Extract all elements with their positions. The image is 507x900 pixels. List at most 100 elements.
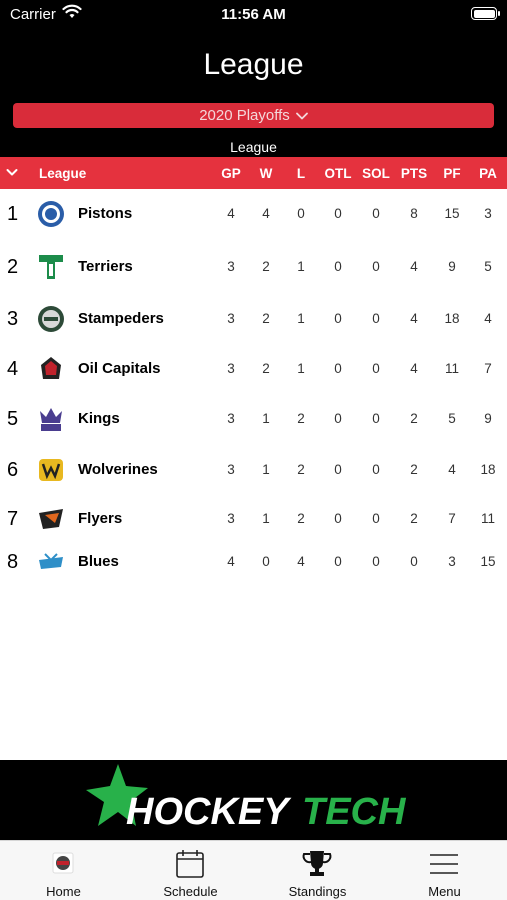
cell-w: 2 [262, 311, 270, 326]
oil-capitals-logo-icon [41, 357, 61, 379]
team-name: Pistons [78, 205, 133, 222]
cell-pf: 4 [448, 462, 456, 477]
rank: 2 [7, 256, 19, 278]
cell-pa: 4 [484, 311, 492, 326]
cell-gp: 3 [227, 259, 235, 274]
column-header-l[interactable]: L [283, 166, 319, 181]
cell-w: 2 [262, 361, 270, 376]
cell-pf: 7 [448, 511, 456, 526]
column-header-pts[interactable]: PTS [396, 166, 432, 181]
chevron-down-icon [295, 112, 308, 119]
team-name: Blues [78, 553, 119, 570]
tab-standings-label: Standings [288, 884, 347, 899]
rank: 1 [7, 203, 19, 225]
cell-pf: 5 [448, 411, 456, 426]
rank: 6 [7, 459, 19, 481]
cell-l: 2 [297, 462, 305, 477]
page-title: League [203, 48, 304, 81]
cell-pa: 9 [484, 411, 492, 426]
cell-pts: 0 [410, 554, 418, 569]
tab-home[interactable]: Home [0, 841, 127, 900]
cell-otl: 0 [334, 462, 342, 477]
cell-w: 4 [262, 206, 270, 221]
terriers-logo-icon [39, 255, 63, 279]
hockeytech-logo-text-right: TECH [302, 791, 407, 833]
tab-home-label: Home [46, 884, 81, 899]
tab-menu-label: Menu [428, 884, 461, 899]
cell-l: 1 [297, 259, 305, 274]
cell-pf: 18 [444, 311, 460, 326]
cell-l: 1 [297, 311, 305, 326]
cell-gp: 3 [227, 311, 235, 326]
cell-pa: 3 [484, 206, 492, 221]
cell-pts: 2 [410, 511, 418, 526]
team-name: Terriers [78, 258, 133, 275]
cell-sol: 0 [372, 311, 380, 326]
cell-gp: 4 [227, 206, 235, 221]
hamburger-menu-icon [430, 854, 458, 874]
cell-w: 2 [262, 259, 270, 274]
cell-pf: 11 [444, 361, 459, 376]
cell-pts: 4 [410, 259, 418, 274]
cell-pts: 4 [410, 311, 418, 326]
column-header-w[interactable]: W [248, 166, 284, 181]
cell-pf: 3 [448, 554, 456, 569]
cell-pa: 11 [480, 511, 495, 526]
cell-gp: 3 [227, 511, 235, 526]
battery-icon [471, 7, 500, 20]
wolverines-logo-icon [39, 459, 63, 481]
table-row[interactable]: 3 Stampeders 3 2 1 0 0 4 18 4 [0, 297, 507, 341]
season-dropdown-label: 2020 Playoffs [199, 107, 290, 124]
cell-w: 1 [262, 462, 270, 477]
flyers-logo-icon [39, 509, 63, 529]
cell-pts: 2 [410, 462, 418, 477]
tab-standings[interactable]: Standings [254, 841, 381, 900]
rank: 3 [7, 308, 19, 330]
cell-sol: 0 [372, 259, 380, 274]
cell-sol: 0 [372, 361, 380, 376]
stampeders-logo-icon [38, 306, 64, 332]
team-name: Kings [78, 410, 120, 427]
column-header-pf[interactable]: PF [434, 166, 470, 181]
table-row[interactable]: 1 Pistons 4 4 0 0 0 8 15 3 [0, 192, 507, 236]
team-name: Stampeders [78, 310, 164, 327]
cell-otl: 0 [334, 411, 342, 426]
tab-menu[interactable]: Menu [381, 841, 507, 900]
cell-gp: 3 [227, 411, 235, 426]
cell-pf: 15 [444, 206, 460, 221]
table-row[interactable]: 5 Kings 3 1 2 0 0 2 5 9 [0, 397, 507, 441]
home-logo-icon [52, 852, 74, 874]
table-row[interactable]: 7 Flyers 3 1 2 0 0 2 7 11 [0, 497, 507, 541]
cell-sol: 0 [372, 462, 380, 477]
tab-bar: Home Schedule Standings Menu [0, 840, 507, 900]
hockeytech-logo: HOCKEY TECH [86, 764, 407, 833]
calendar-icon [176, 850, 204, 878]
cell-pa: 7 [484, 361, 492, 376]
column-header-pa[interactable]: PA [470, 166, 506, 181]
rank: 4 [7, 358, 19, 380]
column-header-gp[interactable]: GP [213, 166, 249, 181]
cell-gp: 3 [227, 462, 235, 477]
cell-otl: 0 [334, 511, 342, 526]
table-row[interactable]: 8 Blues 4 0 4 0 0 0 3 15 [0, 540, 507, 584]
season-dropdown[interactable]: 2020 Playoffs [13, 103, 494, 128]
collapse-chevron-icon[interactable] [6, 167, 18, 177]
tab-schedule-label: Schedule [163, 884, 218, 899]
table-row[interactable]: 6 Wolverines 3 1 2 0 0 2 4 18 [0, 448, 507, 492]
column-header-sol[interactable]: SOL [358, 166, 394, 181]
table-row[interactable]: 2 Terriers 3 2 1 0 0 4 9 5 [0, 245, 507, 289]
hockeytech-ad-banner[interactable]: HOCKEY TECH [0, 760, 507, 840]
column-header-league[interactable]: League [39, 166, 86, 181]
pistons-logo-icon [38, 201, 64, 227]
tab-schedule[interactable]: Schedule [127, 841, 254, 900]
cell-w: 0 [262, 554, 270, 569]
table-row[interactable]: 4 Oil Capitals 3 2 1 0 0 4 11 7 [0, 347, 507, 391]
cell-otl: 0 [334, 259, 342, 274]
cell-l: 2 [297, 511, 305, 526]
column-header-otl[interactable]: OTL [320, 166, 356, 181]
cell-sol: 0 [372, 554, 380, 569]
cell-l: 2 [297, 411, 305, 426]
hockeytech-logo-text-left: HOCKEY [126, 791, 292, 833]
team-name: Flyers [78, 510, 123, 527]
cell-l: 4 [297, 554, 305, 569]
